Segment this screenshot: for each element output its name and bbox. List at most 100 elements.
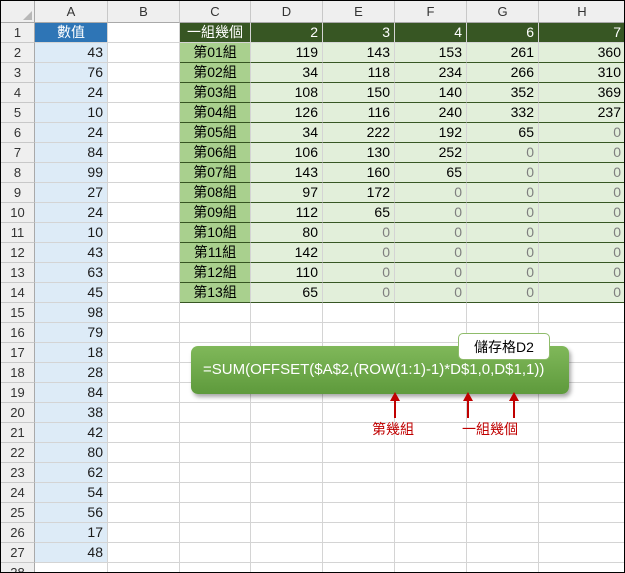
cell-d23[interactable] (251, 463, 323, 483)
cell-c7[interactable]: 第06組 (180, 143, 251, 163)
cell-a11[interactable]: 10 (35, 223, 108, 243)
row-header-18[interactable]: 18 (1, 363, 35, 383)
cell-b5[interactable] (108, 103, 180, 123)
cell-b7[interactable] (108, 143, 180, 163)
cell-c22[interactable] (180, 443, 251, 463)
cell-b11[interactable] (108, 223, 180, 243)
cell-g27[interactable] (467, 543, 539, 563)
cell-b2[interactable] (108, 43, 180, 63)
cell-d26[interactable] (251, 523, 323, 543)
cell-a22[interactable]: 80 (35, 443, 108, 463)
cell-e13[interactable]: 0 (323, 263, 395, 283)
cell-f6[interactable]: 192 (395, 123, 467, 143)
cell-h24[interactable] (539, 483, 624, 503)
cell-b22[interactable] (108, 443, 180, 463)
cell-g10[interactable]: 0 (467, 203, 539, 223)
cell-b27[interactable] (108, 543, 180, 563)
cell-h25[interactable] (539, 503, 624, 523)
cell-d24[interactable] (251, 483, 323, 503)
cell-e6[interactable]: 222 (323, 123, 395, 143)
cell-e22[interactable] (323, 443, 395, 463)
cell-b26[interactable] (108, 523, 180, 543)
cell-g25[interactable] (467, 503, 539, 523)
row-header-23[interactable]: 23 (1, 463, 35, 483)
cell-g7[interactable]: 0 (467, 143, 539, 163)
cell-e1[interactable]: 3 (323, 23, 395, 43)
cell-d13[interactable]: 110 (251, 263, 323, 283)
cell-h5[interactable]: 237 (539, 103, 624, 123)
column-header-c[interactable]: C (180, 1, 251, 23)
cell-a28[interactable] (35, 563, 108, 572)
cell-e4[interactable]: 150 (323, 83, 395, 103)
cell-h10[interactable]: 0 (539, 203, 624, 223)
row-header-24[interactable]: 24 (1, 483, 35, 503)
cell-b6[interactable] (108, 123, 180, 143)
cell-f10[interactable]: 0 (395, 203, 467, 223)
cell-e23[interactable] (323, 463, 395, 483)
cell-g14[interactable]: 0 (467, 283, 539, 303)
cell-d22[interactable] (251, 443, 323, 463)
cell-a7[interactable]: 84 (35, 143, 108, 163)
row-header-11[interactable]: 11 (1, 223, 35, 243)
cell-d25[interactable] (251, 503, 323, 523)
cell-c21[interactable] (180, 423, 251, 443)
cell-e12[interactable]: 0 (323, 243, 395, 263)
cell-b1[interactable] (108, 23, 180, 43)
cell-b10[interactable] (108, 203, 180, 223)
row-header-15[interactable]: 15 (1, 303, 35, 323)
cell-a26[interactable]: 17 (35, 523, 108, 543)
cell-e5[interactable]: 116 (323, 103, 395, 123)
cell-g1[interactable]: 6 (467, 23, 539, 43)
cell-g4[interactable]: 352 (467, 83, 539, 103)
cell-c13[interactable]: 第12組 (180, 263, 251, 283)
cell-f26[interactable] (395, 523, 467, 543)
cell-f27[interactable] (395, 543, 467, 563)
cell-d11[interactable]: 80 (251, 223, 323, 243)
cell-b14[interactable] (108, 283, 180, 303)
cell-f15[interactable] (395, 303, 467, 323)
cell-h13[interactable]: 0 (539, 263, 624, 283)
cell-d5[interactable]: 126 (251, 103, 323, 123)
column-header-e[interactable]: E (323, 1, 395, 23)
cell-c3[interactable]: 第02組 (180, 63, 251, 83)
row-header-2[interactable]: 2 (1, 43, 35, 63)
cell-d2[interactable]: 119 (251, 43, 323, 63)
cell-e27[interactable] (323, 543, 395, 563)
cell-h9[interactable]: 0 (539, 183, 624, 203)
cell-a27[interactable]: 48 (35, 543, 108, 563)
row-header-20[interactable]: 20 (1, 403, 35, 423)
cell-g15[interactable] (467, 303, 539, 323)
cell-d14[interactable]: 65 (251, 283, 323, 303)
row-header-13[interactable]: 13 (1, 263, 35, 283)
row-header-22[interactable]: 22 (1, 443, 35, 463)
cell-c20[interactable] (180, 403, 251, 423)
cell-b13[interactable] (108, 263, 180, 283)
cell-h2[interactable]: 360 (539, 43, 624, 63)
cell-f22[interactable] (395, 443, 467, 463)
cell-a25[interactable]: 56 (35, 503, 108, 523)
cell-a8[interactable]: 99 (35, 163, 108, 183)
cell-g5[interactable]: 332 (467, 103, 539, 123)
cell-c1[interactable]: 一組幾個 (180, 23, 251, 43)
cell-e2[interactable]: 143 (323, 43, 395, 63)
column-header-g[interactable]: G (467, 1, 539, 23)
row-header-4[interactable]: 4 (1, 83, 35, 103)
cell-d4[interactable]: 108 (251, 83, 323, 103)
cell-d8[interactable]: 143 (251, 163, 323, 183)
cell-b23[interactable] (108, 463, 180, 483)
cell-d28[interactable] (251, 563, 323, 572)
cell-g12[interactable]: 0 (467, 243, 539, 263)
cell-g3[interactable]: 266 (467, 63, 539, 83)
row-header-6[interactable]: 6 (1, 123, 35, 143)
cell-a3[interactable]: 76 (35, 63, 108, 83)
cell-e8[interactable]: 160 (323, 163, 395, 183)
cell-f12[interactable]: 0 (395, 243, 467, 263)
row-header-17[interactable]: 17 (1, 343, 35, 363)
cell-g28[interactable] (467, 563, 539, 572)
cell-d20[interactable] (251, 403, 323, 423)
cell-g8[interactable]: 0 (467, 163, 539, 183)
row-header-19[interactable]: 19 (1, 383, 35, 403)
row-header-12[interactable]: 12 (1, 243, 35, 263)
cell-b15[interactable] (108, 303, 180, 323)
cell-a14[interactable]: 45 (35, 283, 108, 303)
